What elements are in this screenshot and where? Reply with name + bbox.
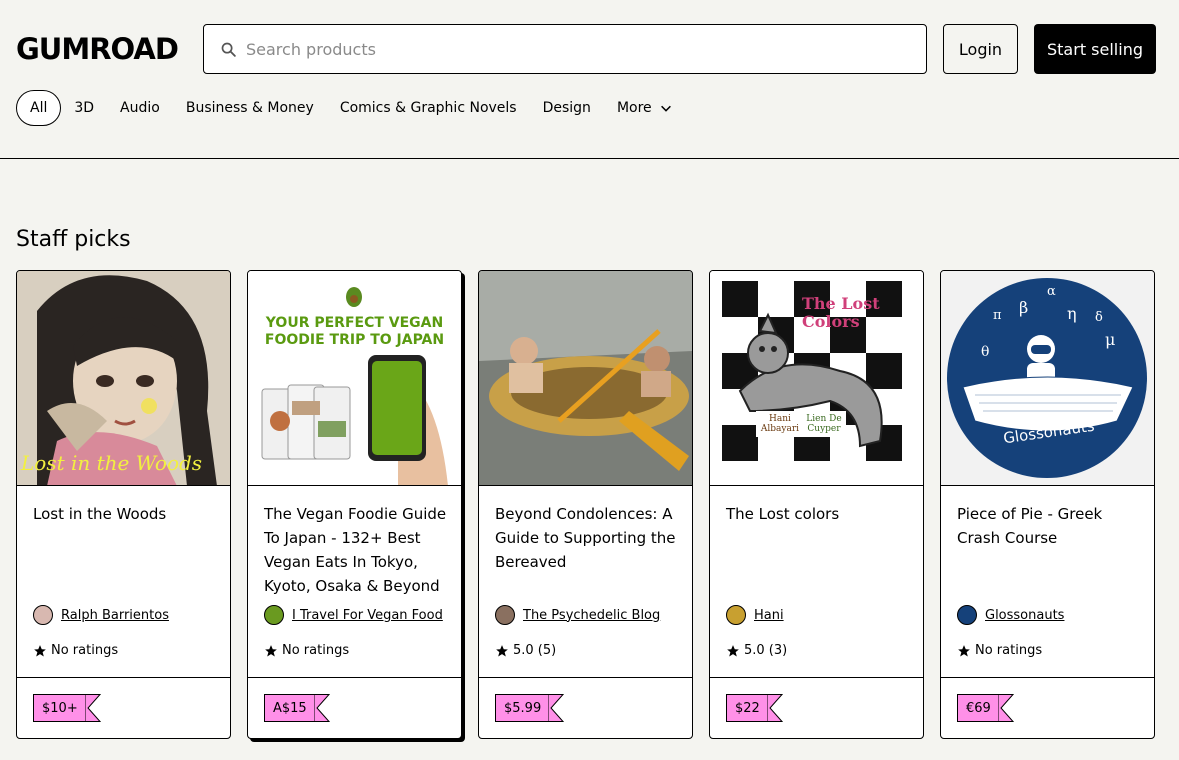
- price-row: $5.99: [479, 677, 692, 738]
- price-tag: €69: [957, 694, 1014, 722]
- product-card[interactable]: Beyond Condolences: A Guide to Supportin…: [478, 270, 693, 739]
- creator-name[interactable]: Hani: [754, 608, 784, 623]
- rating-text: No ratings: [51, 643, 119, 658]
- creator-link[interactable]: Ralph Barrientos: [33, 605, 169, 625]
- product-thumbnail[interactable]: [479, 271, 692, 486]
- creator-avatar: [726, 605, 746, 625]
- svg-text:π: π: [993, 308, 1002, 323]
- product-thumbnail[interactable]: The Lost Colors Hani Albayari Lien De Cu…: [710, 271, 923, 486]
- svg-text:β: β: [1019, 298, 1028, 317]
- creator-link[interactable]: The Psychedelic Blog: [495, 605, 660, 625]
- rating-text: 5.0 (5): [513, 643, 557, 658]
- creator-avatar: [33, 605, 53, 625]
- product-title[interactable]: Beyond Condolences: A Guide to Supportin…: [495, 502, 680, 574]
- product-card[interactable]: The Lost Colors Hani Albayari Lien De Cu…: [709, 270, 924, 739]
- price-value: $10+: [33, 694, 85, 722]
- gumroad-logo[interactable]: GUMROAD: [16, 31, 179, 67]
- product-rating: 5.0 (5): [495, 643, 556, 658]
- search-icon: [221, 42, 236, 57]
- cover-author-1: Hani Albayari: [760, 414, 800, 434]
- nav-item-3d[interactable]: 3D: [74, 90, 94, 126]
- rating-text: No ratings: [975, 643, 1043, 658]
- creator-link[interactable]: Glossonauts: [957, 605, 1064, 625]
- price-tag: $10+: [33, 694, 101, 722]
- nav-item-audio[interactable]: Audio: [120, 90, 160, 126]
- product-rating: No ratings: [957, 643, 1042, 658]
- search-input[interactable]: [246, 39, 886, 59]
- cover-image-children-boat: [479, 271, 692, 485]
- price-tag-tip: [766, 694, 783, 722]
- price-tag-tip: [84, 694, 101, 722]
- top-header: GUMROAD Login Start selling All 3D Audio…: [0, 0, 1179, 159]
- price-value: A$15: [264, 694, 314, 722]
- cover-title-text: Lost in the Woods: [21, 451, 203, 475]
- nav-item-comics[interactable]: Comics & Graphic Novels: [340, 90, 517, 126]
- svg-text:η: η: [1067, 304, 1077, 323]
- product-title[interactable]: Lost in the Woods: [33, 502, 218, 526]
- price-row: A$15: [248, 677, 461, 738]
- nav-item-more[interactable]: More: [617, 90, 673, 126]
- product-rating: No ratings: [33, 643, 118, 658]
- creator-name[interactable]: Ralph Barrientos: [61, 608, 169, 623]
- cover-title-text: The Lost Colors: [802, 294, 880, 331]
- product-thumbnail[interactable]: YOUR PERFECT VEGAN FOODIE TRIP TO JAPAN: [248, 271, 461, 486]
- price-tag-tip: [313, 694, 330, 722]
- star-icon: [496, 644, 508, 657]
- search-bar[interactable]: [203, 24, 927, 74]
- nav-item-all[interactable]: All: [16, 90, 62, 126]
- star-icon: [958, 644, 970, 657]
- creator-link[interactable]: Hani: [726, 605, 784, 625]
- price-tag-tip: [548, 694, 565, 722]
- cover-author-2: Lien De Cuyper: [806, 414, 842, 434]
- star-icon: [34, 644, 46, 657]
- cover-headline: YOUR PERFECT VEGAN FOODIE TRIP TO JAPAN: [264, 315, 445, 348]
- nav-item-design[interactable]: Design: [543, 90, 591, 126]
- price-value: $5.99: [495, 694, 549, 722]
- star-icon: [265, 644, 277, 657]
- creator-link[interactable]: I Travel For Vegan Food: [264, 605, 443, 625]
- product-card[interactable]: θ π β α η δ μ Glossonauts Piece of Pie -…: [940, 270, 1155, 739]
- price-tag: $22: [726, 694, 783, 722]
- nav-item-business-money[interactable]: Business & Money: [186, 90, 314, 126]
- cover-image-glossonauts: θ π β α η δ μ: [941, 271, 1154, 485]
- creator-avatar: [495, 605, 515, 625]
- creator-name[interactable]: Glossonauts: [985, 608, 1064, 623]
- product-title[interactable]: The Vegan Foodie Guide To Japan - 132+ B…: [264, 502, 449, 598]
- login-button[interactable]: Login: [943, 24, 1018, 74]
- chevron-down-icon: [660, 105, 671, 112]
- price-row: $22: [710, 677, 923, 738]
- price-tag: A$15: [264, 694, 330, 722]
- product-card[interactable]: YOUR PERFECT VEGAN FOODIE TRIP TO JAPAN …: [247, 270, 462, 739]
- product-title[interactable]: The Lost colors: [726, 502, 911, 526]
- rating-text: 5.0 (3): [744, 643, 788, 658]
- creator-name[interactable]: I Travel For Vegan Food: [292, 608, 443, 623]
- price-row: $10+: [17, 677, 230, 738]
- product-thumbnail[interactable]: Lost in the Woods: [17, 271, 230, 486]
- section-title-staff-picks: Staff picks: [16, 227, 131, 252]
- svg-text:α: α: [1047, 284, 1056, 299]
- svg-text:μ: μ: [1105, 330, 1115, 349]
- creator-avatar: [264, 605, 284, 625]
- product-rating: 5.0 (3): [726, 643, 787, 658]
- creator-name[interactable]: The Psychedelic Blog: [523, 608, 660, 623]
- rating-text: No ratings: [282, 643, 350, 658]
- product-card[interactable]: Lost in the Woods Lost in the Woods Ralp…: [16, 270, 231, 739]
- product-thumbnail[interactable]: θ π β α η δ μ Glossonauts: [941, 271, 1154, 486]
- star-icon: [727, 644, 739, 657]
- cover-image-vegan-japan: [248, 271, 461, 485]
- price-row: €69: [941, 677, 1154, 738]
- start-selling-button[interactable]: Start selling: [1034, 24, 1156, 74]
- category-nav: All 3D Audio Business & Money Comics & G…: [16, 90, 699, 126]
- nav-item-more-label: More: [616, 100, 652, 116]
- product-title[interactable]: Piece of Pie - Greek Crash Course: [957, 502, 1142, 550]
- svg-text:θ: θ: [981, 344, 989, 360]
- creator-avatar: [957, 605, 977, 625]
- price-tag-tip: [997, 694, 1014, 722]
- product-rating: No ratings: [264, 643, 349, 658]
- price-value: €69: [957, 694, 998, 722]
- price-tag: $5.99: [495, 694, 565, 722]
- price-value: $22: [726, 694, 767, 722]
- svg-text:δ: δ: [1095, 310, 1103, 325]
